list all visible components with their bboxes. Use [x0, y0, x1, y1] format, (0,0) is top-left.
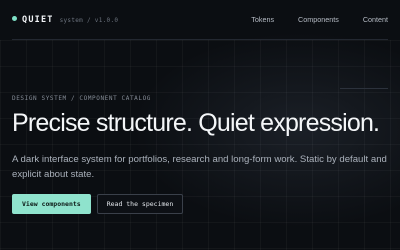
view-components-button[interactable]: View components: [12, 194, 91, 214]
main-nav: Tokens Components Content: [227, 15, 388, 24]
status-dot-icon: [12, 15, 17, 21]
hero: DESIGN SYSTEM / COMPONENT CATALOG Precis…: [12, 95, 392, 182]
hero-headline: Precise structure. Quiet expression.: [12, 109, 380, 137]
top-bar: QUIET system / v1.0.0 Tokens Components …: [12, 0, 388, 40]
nav-link-content[interactable]: Content: [363, 15, 388, 24]
brand-version: system / v1.0.0: [59, 16, 119, 24]
read-specimen-button[interactable]: Read the specimen: [96, 194, 184, 214]
nav-link-tokens[interactable]: Tokens: [251, 15, 274, 24]
brand[interactable]: QUIET system / v1.0.0: [12, 15, 118, 25]
page: QUIET system / v1.0.0 Tokens Components …: [0, 0, 400, 250]
decorative-divider: [340, 88, 388, 89]
hero-description: A dark interface system for portfolios, …: [12, 154, 387, 180]
hero-eyebrow: DESIGN SYSTEM / COMPONENT CATALOG: [12, 95, 152, 102]
brand-name: QUIET: [22, 14, 54, 25]
nav-link-components[interactable]: Components: [298, 15, 339, 24]
hero-actions: View components Read the specimen: [12, 194, 184, 214]
